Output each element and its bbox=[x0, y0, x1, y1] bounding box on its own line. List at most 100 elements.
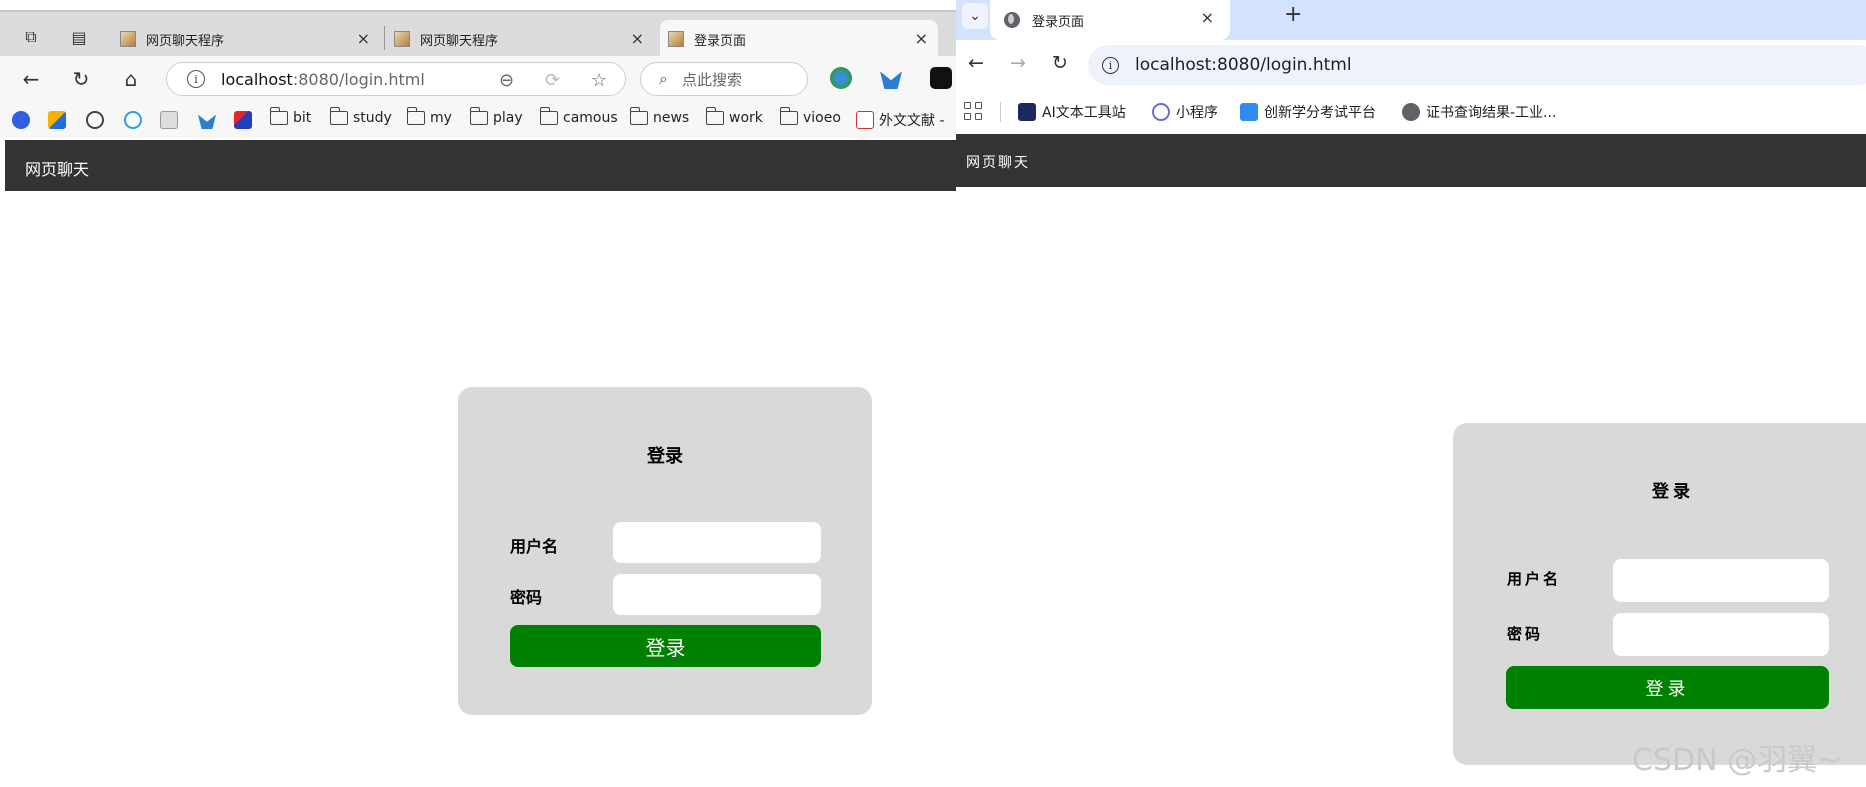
folder-label: bit bbox=[293, 110, 312, 126]
login-title: 登录 bbox=[1652, 482, 1694, 502]
csdn-watermark: CSDN @羽翼~ bbox=[1632, 743, 1843, 778]
left-login-card: 登录 用户名 密码 登录 bbox=[458, 387, 872, 715]
site-info-icon[interactable]: i bbox=[187, 70, 205, 88]
folder-label: news bbox=[653, 110, 690, 126]
search-icon: ⌕ bbox=[659, 69, 668, 88]
extension-game-icon[interactable] bbox=[930, 67, 952, 89]
site-info-icon[interactable]: i bbox=[1102, 56, 1119, 74]
left-tab-strip: ⧉ ▤ 网页聊天程序 × 网页聊天程序 × 登录页面 × bbox=[0, 10, 956, 58]
password-label: 密码 bbox=[1507, 625, 1544, 643]
username-label: 用户名 bbox=[510, 537, 559, 556]
bookmark-folder-play[interactable]: play bbox=[469, 107, 523, 126]
login-button[interactable]: 登录 bbox=[510, 625, 821, 667]
workspaces-icon[interactable]: ⧉ bbox=[20, 26, 42, 48]
back-icon[interactable]: ← bbox=[968, 52, 984, 74]
address-bar[interactable]: i localhost:8080/login.html bbox=[1088, 45, 1866, 85]
bookmark-separator bbox=[1000, 102, 1001, 122]
bookmark-label: 创新学分考试平台 bbox=[1264, 105, 1376, 121]
tab-close-icon[interactable]: × bbox=[631, 29, 644, 48]
app-brand-title: 网页聊天 bbox=[25, 160, 90, 179]
refresh-icon[interactable]: ↻ bbox=[68, 66, 94, 92]
app-brand-title: 网页聊天 bbox=[966, 155, 1030, 171]
bookmark-certificate-query[interactable]: 证书查询结果-工业... bbox=[1402, 102, 1556, 122]
extension-globe-icon[interactable] bbox=[830, 67, 852, 89]
folder-icon bbox=[705, 107, 724, 125]
back-icon[interactable]: ← bbox=[18, 66, 44, 92]
forward-icon[interactable]: → bbox=[1010, 52, 1026, 74]
url-host: localhost bbox=[221, 69, 293, 89]
right-browser-window: ⌄ 登录页面 × + ← → ↻ i localhost:8080/login.… bbox=[956, 0, 1866, 787]
left-tab-1[interactable]: 网页聊天程序 × bbox=[112, 20, 380, 58]
globe-icon bbox=[1004, 12, 1020, 28]
bookmark-folder-my[interactable]: my bbox=[406, 107, 452, 126]
zoom-out-icon[interactable]: ⊖ bbox=[499, 70, 514, 91]
bookmark-ai-text-tools[interactable]: AI文本工具站 bbox=[1018, 102, 1126, 122]
right-nav-bar: ← → ↻ i localhost:8080/login.html bbox=[956, 40, 1866, 92]
right-tab-active[interactable]: 登录页面 × bbox=[990, 0, 1230, 40]
login-button[interactable]: 登录 bbox=[1506, 666, 1829, 709]
screenshot-root: ⧉ ▤ 网页聊天程序 × 网页聊天程序 × 登录页面 × ← ↻ ⌂ i loc… bbox=[0, 0, 1866, 787]
bookmark-butterfly-icon[interactable] bbox=[198, 114, 216, 129]
password-input[interactable] bbox=[1613, 613, 1829, 656]
bookmark-app-icon[interactable] bbox=[48, 111, 66, 129]
bookmark-folder-vioeo[interactable]: vioeo bbox=[779, 107, 841, 126]
bookmark-label: 外文文献 - bbox=[879, 113, 945, 129]
bookmark-foreign-literature[interactable]: 外文文献 - bbox=[856, 110, 945, 130]
tab-title: 网页聊天程序 bbox=[420, 33, 499, 49]
left-bookmarks-bar: bit study my play camous news work vioeo… bbox=[0, 102, 956, 138]
address-bar[interactable]: i localhost:8080/login.html ⊖ ⟳ ☆ bbox=[166, 62, 626, 96]
apps-grid-icon[interactable] bbox=[964, 102, 982, 120]
login-title: 登录 bbox=[647, 446, 683, 467]
bookmark-folder-work[interactable]: work bbox=[705, 107, 763, 126]
folder-icon bbox=[269, 107, 288, 125]
tab-close-icon[interactable]: × bbox=[1201, 8, 1214, 27]
page-favicon-icon bbox=[120, 31, 136, 47]
bookmark-image-icon[interactable] bbox=[160, 111, 178, 129]
folder-icon bbox=[779, 107, 798, 125]
username-input[interactable] bbox=[613, 522, 821, 563]
folder-icon bbox=[406, 107, 425, 125]
bookmark-folder-camous[interactable]: camous bbox=[539, 107, 618, 126]
bookmark-mini-program[interactable]: 小程序 bbox=[1152, 102, 1218, 122]
bookmark-folder-news[interactable]: news bbox=[629, 107, 690, 126]
search-box[interactable]: ⌕ 点此搜索 bbox=[640, 62, 808, 96]
tab-close-icon[interactable]: × bbox=[357, 29, 370, 48]
page-favicon-icon bbox=[668, 31, 684, 47]
folder-icon bbox=[469, 107, 488, 125]
reader-icon[interactable]: ⟳ bbox=[545, 70, 560, 91]
folder-label: work bbox=[729, 110, 763, 126]
globe-icon bbox=[1402, 103, 1420, 121]
bookmark-circle-icon[interactable] bbox=[124, 111, 142, 129]
folder-label: play bbox=[493, 110, 523, 126]
address-text: localhost:8080/login.html bbox=[1135, 55, 1352, 75]
bookmark-innovation-credit[interactable]: 创新学分考试平台 bbox=[1240, 102, 1376, 122]
bookmark-red-blue-icon[interactable] bbox=[234, 111, 252, 129]
folder-icon bbox=[329, 107, 348, 125]
home-icon[interactable]: ⌂ bbox=[118, 66, 144, 92]
password-input[interactable] bbox=[613, 574, 821, 615]
literature-icon bbox=[856, 111, 874, 129]
new-tab-icon[interactable]: + bbox=[1284, 2, 1302, 27]
favorite-star-icon[interactable]: ☆ bbox=[591, 70, 607, 91]
folder-label: camous bbox=[563, 110, 618, 126]
baidu-paw-icon[interactable] bbox=[12, 111, 30, 129]
extension-butterfly-icon[interactable] bbox=[880, 71, 902, 89]
right-app-navbar: 网页聊天 bbox=[956, 134, 1866, 187]
bookmark-folder-study[interactable]: study bbox=[329, 107, 392, 126]
ai-logo-icon bbox=[1018, 103, 1036, 121]
username-label: 用户名 bbox=[1507, 570, 1562, 588]
tab-close-icon[interactable]: × bbox=[915, 29, 928, 48]
left-tab-3-active[interactable]: 登录页面 × bbox=[660, 20, 938, 58]
refresh-icon[interactable]: ↻ bbox=[1052, 52, 1068, 74]
tab-search-chevron-icon[interactable]: ⌄ bbox=[962, 3, 988, 29]
left-tab-2[interactable]: 网页聊天程序 × bbox=[386, 20, 654, 58]
vertical-tabs-icon[interactable]: ▤ bbox=[68, 26, 90, 48]
folder-label: my bbox=[430, 110, 452, 126]
cloud-icon[interactable] bbox=[86, 111, 104, 129]
url-path: :8080/login.html bbox=[292, 69, 425, 89]
right-login-card: 登录 用户名 密码 登录 bbox=[1453, 423, 1866, 765]
username-input[interactable] bbox=[1613, 559, 1829, 602]
folder-label: vioeo bbox=[803, 110, 841, 126]
bookmark-folder-bit[interactable]: bit bbox=[269, 107, 312, 126]
address-text: localhost:8080/login.html bbox=[221, 70, 425, 89]
